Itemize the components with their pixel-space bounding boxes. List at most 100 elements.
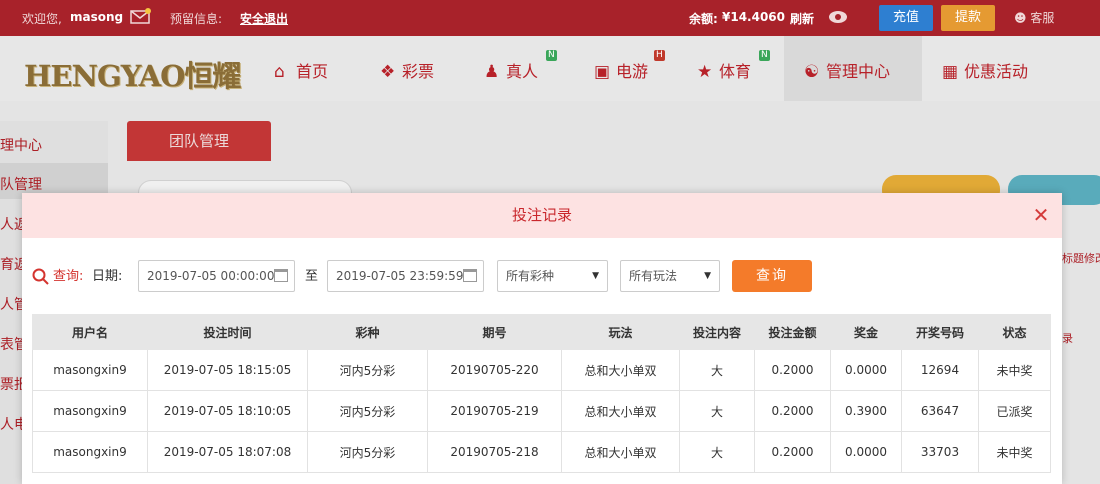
trophy-icon: ★ <box>697 62 713 82</box>
cell-play: 总和大小单双 <box>561 390 680 432</box>
cell-issue: 20190705-220 <box>427 349 562 391</box>
play-select[interactable]: 所有玩法 ▼ <box>620 260 720 292</box>
nav-label: 真人 <box>506 62 539 81</box>
play-select-value: 所有玩法 <box>629 269 678 283</box>
modal-title: 投注记录 <box>511 206 572 224</box>
username: masong <box>70 10 124 24</box>
column-header: 期号 <box>427 314 562 350</box>
deposit-button[interactable]: 充值 <box>879 5 933 31</box>
lottery-select[interactable]: 所有彩种 ▼ <box>497 260 608 292</box>
cell-bet-time: 2019-07-05 18:15:05 <box>147 349 308 391</box>
cell-username: masongxin9 <box>32 390 148 432</box>
nav-label: 首页 <box>296 62 329 81</box>
reserved-info-label: 预留信息: <box>170 12 223 26</box>
date-to-input[interactable]: 2019-07-05 23:59:59 <box>327 260 484 292</box>
cell-username: masongxin9 <box>32 349 148 391</box>
cell-issue: 20190705-219 <box>427 390 562 432</box>
refresh-link[interactable]: 刷新 <box>790 10 814 27</box>
column-header: 投注金额 <box>754 314 831 350</box>
cell-issue: 20190705-218 <box>427 431 562 473</box>
date-from-value: 2019-07-05 00:00:00 <box>147 269 275 283</box>
new-badge: N <box>546 50 557 61</box>
logout-link[interactable]: 安全退出 <box>240 10 288 27</box>
cell-lottery: 河内5分彩 <box>307 390 428 432</box>
nav-item-lottery[interactable]: ❖ 彩票 <box>380 58 434 82</box>
service-label: 客服 <box>1030 11 1055 25</box>
column-header: 投注时间 <box>147 314 308 350</box>
cell-amount: 0.2000 <box>754 431 831 473</box>
game-icon: ▣ <box>594 62 611 82</box>
modal-header: 投注记录 ✕ <box>22 193 1062 238</box>
home-icon: ⌂ <box>274 62 285 82</box>
column-header: 玩法 <box>561 314 680 350</box>
nav-item-sports[interactable]: ★ 体育 N <box>697 50 770 82</box>
cell-amount: 0.2000 <box>754 390 831 432</box>
nav-label: 优惠活动 <box>964 62 1029 81</box>
table-header-row: 用户名 投注时间 彩种 期号 玩法 投注内容 投注金额 奖金 开奖号码 状态 <box>32 314 1051 350</box>
cell-status: 未中奖 <box>978 349 1051 391</box>
eye-icon[interactable] <box>828 10 848 27</box>
cell-status: 已派奖 <box>978 390 1051 432</box>
cell-lottery: 河内5分彩 <box>307 431 428 473</box>
lottery-select-value: 所有彩种 <box>506 269 555 283</box>
cell-bonus: 0.3900 <box>830 390 902 432</box>
date-from-input[interactable]: 2019-07-05 00:00:00 <box>138 260 295 292</box>
search-icon <box>32 260 49 294</box>
users-icon: ☯ <box>804 62 820 82</box>
close-icon[interactable]: ✕ <box>1030 203 1052 227</box>
cell-bonus: 0.0000 <box>830 349 902 391</box>
withdraw-button[interactable]: 提款 <box>941 5 995 31</box>
lottery-icon: ❖ <box>380 62 396 82</box>
cell-content: 大 <box>679 431 755 473</box>
cell-amount: 0.2000 <box>754 349 831 391</box>
service-button[interactable]: ☻ 客服 <box>1014 9 1054 26</box>
cell-content: 大 <box>679 349 755 391</box>
live-icon: ♟ <box>484 62 500 82</box>
column-header: 用户名 <box>32 314 148 350</box>
date-label: 日期: <box>92 269 123 284</box>
gift-icon: ▦ <box>942 62 959 82</box>
nav-item-management[interactable]: ☯ 管理中心 <box>804 58 890 82</box>
chevron-down-icon: ▼ <box>592 271 599 281</box>
date-to-value: 2019-07-05 23:59:59 <box>336 269 464 283</box>
balance-value: ¥14.4060 <box>722 10 786 24</box>
cell-play: 总和大小单双 <box>561 431 680 473</box>
nav-item-home[interactable]: ⌂ 首页 <box>274 58 328 82</box>
welcome-text: 欢迎您, <box>22 12 62 26</box>
new-badge: N <box>759 50 770 61</box>
column-header: 投注内容 <box>679 314 755 350</box>
calendar-icon[interactable] <box>274 269 288 282</box>
balance-label: 余额: <box>689 12 718 26</box>
cell-bet-time: 2019-07-05 18:07:08 <box>147 431 308 473</box>
column-header: 状态 <box>978 314 1051 350</box>
mail-icon[interactable] <box>130 8 152 27</box>
nav-item-egame[interactable]: ▣ 电游 H <box>594 50 665 82</box>
table-row[interactable]: masongxin9 2019-07-05 18:10:05 河内5分彩 201… <box>32 390 1051 432</box>
table-row[interactable]: masongxin9 2019-07-05 18:07:08 河内5分彩 201… <box>32 431 1051 473</box>
hot-badge: H <box>654 50 665 61</box>
table-row[interactable]: masongxin9 2019-07-05 18:15:05 河内5分彩 201… <box>32 349 1051 391</box>
cell-draw-number: 12694 <box>901 349 979 391</box>
cell-username: masongxin9 <box>32 431 148 473</box>
column-header: 奖金 <box>830 314 902 350</box>
bet-record-table: 用户名 投注时间 彩种 期号 玩法 投注内容 投注金额 奖金 开奖号码 状态 m… <box>32 314 1051 473</box>
user-icon: ☻ <box>1014 11 1027 25</box>
query-label: 查询: <box>53 269 84 284</box>
nav-label: 体育 <box>719 62 752 81</box>
site-logo[interactable]: HENGYAO恒耀 <box>24 53 241 95</box>
cell-content: 大 <box>679 390 755 432</box>
nav-item-live[interactable]: ♟ 真人 N <box>484 50 557 82</box>
nav-label: 彩票 <box>402 62 435 81</box>
bet-record-modal: 投注记录 ✕ 查询: 日期: 2019-07-05 00:00:00 至 201… <box>22 193 1062 484</box>
cell-bet-time: 2019-07-05 18:10:05 <box>147 390 308 432</box>
to-label: 至 <box>305 269 319 284</box>
nav-item-promotions[interactable]: ▦ 优惠活动 <box>942 58 1028 82</box>
cell-draw-number: 63647 <box>901 390 979 432</box>
cell-bonus: 0.0000 <box>830 431 902 473</box>
cell-lottery: 河内5分彩 <box>307 349 428 391</box>
main-nav: HENGYAO恒耀 ⌂ 首页 ❖ 彩票 ♟ 真人 N ▣ 电游 H ★ 体育 N ☯ 管理中… <box>0 36 1100 101</box>
column-header: 开奖号码 <box>901 314 979 350</box>
chevron-down-icon: ▼ <box>704 271 711 281</box>
query-button[interactable]: 查询 <box>732 260 812 292</box>
calendar-icon[interactable] <box>463 269 477 282</box>
